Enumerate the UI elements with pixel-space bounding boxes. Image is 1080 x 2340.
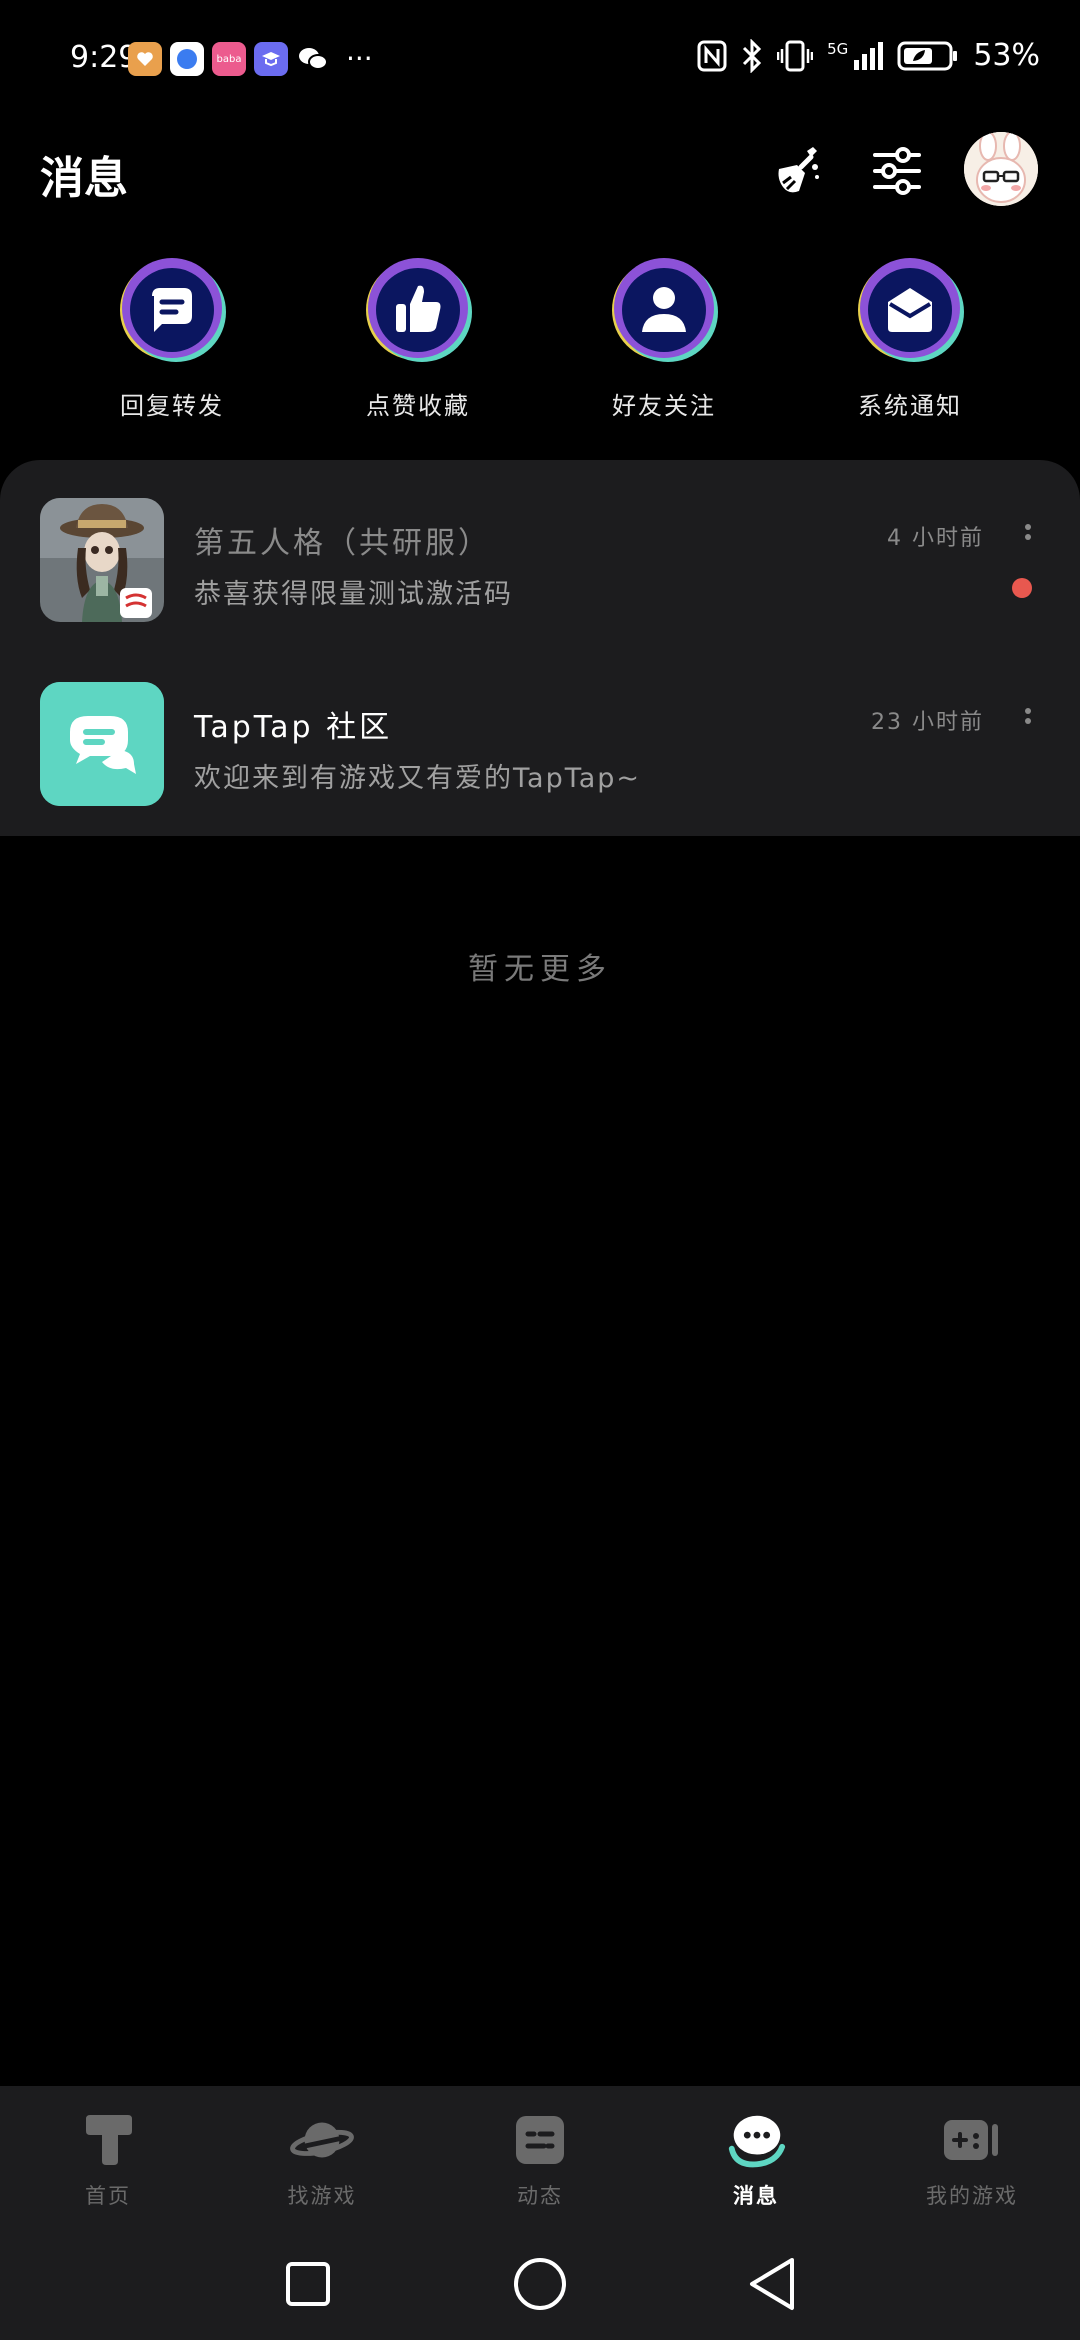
vibrate-icon: [777, 40, 814, 71]
bottom-tab-bar: 首页 找游戏 动态 消息 我的游戏: [0, 2086, 1080, 2226]
sliders-icon: [873, 147, 921, 195]
health-app-icon: [128, 42, 162, 76]
circle-icon: [514, 2258, 566, 2310]
more-options-button[interactable]: [1022, 704, 1034, 734]
nfc-icon: [697, 40, 727, 71]
network-type: 5G: [827, 39, 849, 58]
wechat-icon: [296, 42, 330, 76]
game-avatar: [40, 498, 164, 622]
clear-unread-button[interactable]: [764, 136, 834, 206]
envelope-icon: [850, 252, 970, 372]
message-preview: 欢迎来到有游戏又有爱的TapTap~: [194, 763, 642, 794]
triangle-back-icon: [750, 2258, 794, 2310]
person-icon: [604, 252, 724, 372]
message-time: 4 小时前: [887, 526, 984, 551]
back-button[interactable]: [742, 2254, 802, 2314]
page-title: 消息: [40, 153, 128, 204]
user-avatar[interactable]: [964, 132, 1038, 206]
header: 消息: [0, 120, 1080, 220]
category-label: 系统通知: [858, 392, 962, 420]
recent-apps-button[interactable]: [278, 2254, 338, 2314]
message-icon: [724, 2110, 788, 2170]
system-navigation-bar: [0, 2226, 1080, 2340]
gamepad-icon: [940, 2110, 1004, 2170]
category-label: 回复转发: [120, 392, 224, 420]
unread-dot: [1012, 578, 1032, 598]
category-label: 好友关注: [612, 392, 716, 420]
home-button[interactable]: [510, 2254, 570, 2314]
more-options-button[interactable]: [1022, 520, 1034, 550]
taptap-avatar: [40, 682, 164, 806]
message-list: 第五人格（共研服） 恭喜获得限量测试激活码 4 小时前 TapTap 社区 欢迎…: [0, 460, 1080, 836]
bluetooth-icon: [743, 38, 762, 73]
notification-icons: baba ···: [128, 42, 373, 76]
home-t-icon: [76, 2110, 140, 2170]
category-system-notice[interactable]: 系统通知: [820, 252, 1000, 421]
message-sender: 第五人格（共研服）: [194, 526, 491, 561]
empty-state-text: 暂无更多: [468, 952, 612, 987]
tab-home[interactable]: 首页: [8, 2110, 208, 2210]
filter-button[interactable]: [862, 136, 932, 206]
category-label: 点赞收藏: [366, 392, 470, 420]
message-preview: 恭喜获得限量测试激活码: [194, 579, 513, 610]
chat-bubble-icon: [112, 252, 232, 372]
category-reply-forward[interactable]: 回复转发: [82, 252, 262, 421]
baba-app-icon: baba: [212, 42, 246, 76]
message-time: 23 小时前: [871, 710, 984, 735]
education-app-icon: [254, 42, 288, 76]
status-indicators: 5G 53%: [697, 38, 1040, 73]
feed-icon: [508, 2110, 572, 2170]
signal-icon: 5G: [827, 39, 884, 70]
browser-app-icon: [170, 42, 204, 76]
tab-feed[interactable]: 动态: [440, 2110, 640, 2210]
planet-icon: [290, 2110, 354, 2170]
tab-label: 找游戏: [287, 2184, 357, 2208]
message-categories: 回复转发 点赞收藏 好友关注 系统通知: [0, 252, 1080, 422]
tab-label: 我的游戏: [926, 2184, 1018, 2208]
square-icon: [286, 2262, 330, 2306]
tab-my-games[interactable]: 我的游戏: [872, 2110, 1072, 2210]
broom-icon: [778, 147, 819, 193]
status-bar: 9:29 baba ··· 5G 53%: [0, 0, 1080, 120]
tab-messages[interactable]: 消息: [656, 2110, 856, 2210]
battery-icon: [897, 41, 958, 70]
thumbs-up-icon: [358, 252, 478, 372]
category-friends-follows[interactable]: 好友关注: [574, 252, 754, 421]
tab-label: 首页: [85, 2184, 131, 2208]
avatar-image: [964, 132, 1038, 206]
tab-find-games[interactable]: 找游戏: [222, 2110, 422, 2210]
category-likes-favorites[interactable]: 点赞收藏: [328, 252, 508, 421]
message-sender: TapTap 社区: [194, 710, 393, 745]
list-item[interactable]: 第五人格（共研服） 恭喜获得限量测试激活码 4 小时前: [0, 460, 1080, 622]
tab-label: 消息: [733, 2184, 779, 2208]
battery-percent: 53%: [973, 38, 1040, 73]
tab-label: 动态: [517, 2184, 563, 2208]
list-item[interactable]: TapTap 社区 欢迎来到有游戏又有爱的TapTap~ 23 小时前: [0, 644, 1080, 806]
more-notifications: ···: [346, 42, 373, 75]
